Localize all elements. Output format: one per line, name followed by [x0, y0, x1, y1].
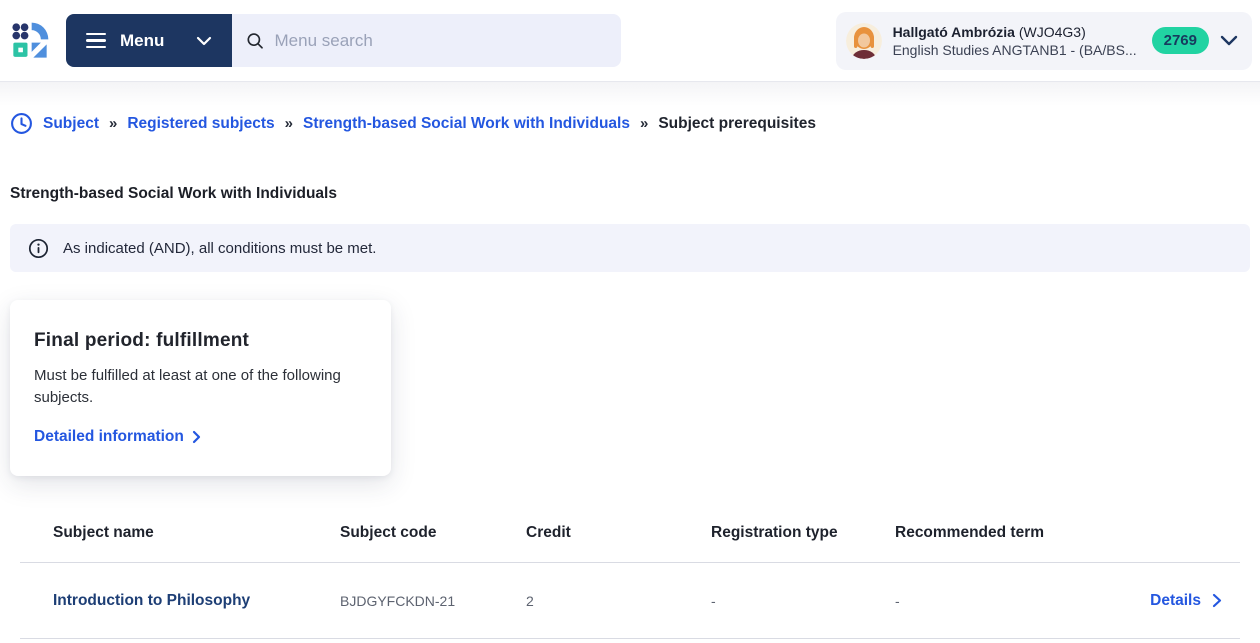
user-info: Hallgató Ambrózia (WJO4G3) English Studi…: [893, 23, 1137, 59]
page-title: Strength-based Social Work with Individu…: [10, 185, 1250, 203]
column-header-registration-type: Registration type: [711, 524, 895, 542]
detailed-information-label: Detailed information: [34, 428, 184, 446]
column-header-recommended-term: Recommended term: [895, 524, 1123, 542]
chevron-down-icon: [1220, 35, 1238, 46]
details-link[interactable]: Details: [1123, 592, 1222, 610]
card-title: Final period: fulfillment: [34, 330, 367, 352]
balance-badge: 2769: [1152, 27, 1209, 54]
info-banner: As indicated (AND), all conditions must …: [10, 224, 1250, 272]
breadcrumb-separator: »: [640, 115, 648, 132]
details-label: Details: [1150, 592, 1201, 610]
subject-name-link[interactable]: Introduction to Philosophy: [53, 592, 340, 610]
breadcrumb-separator: »: [285, 115, 293, 132]
top-header: Menu: [0, 0, 1260, 82]
chevron-right-icon: [192, 430, 201, 444]
header-shadow: [0, 82, 1260, 106]
hamburger-icon: [86, 33, 106, 49]
menu-search-field: [232, 14, 621, 67]
menu-button-label: Menu: [120, 31, 164, 51]
table-header-row: Subject name Subject code Credit Registr…: [20, 503, 1240, 563]
subject-code-cell: BJDGYFCKDN-21: [340, 593, 526, 609]
user-avatar: [846, 23, 882, 59]
prerequisite-subjects-table: Subject name Subject code Credit Registr…: [20, 503, 1240, 639]
user-name: Hallgató Ambrózia: [893, 24, 1015, 40]
breadcrumb: Subject » Registered subjects » Strength…: [0, 112, 1260, 135]
table-row: Introduction to Philosophy BJDGYFCKDN-21…: [20, 563, 1240, 639]
column-header-credit: Credit: [526, 524, 711, 542]
breadcrumb-item-current: Subject prerequisites: [658, 115, 816, 133]
column-header-subject-code: Subject code: [340, 524, 526, 542]
breadcrumb-item-subject[interactable]: Subject: [43, 115, 99, 133]
card-description: Must be fulfilled at least at one of the…: [34, 365, 368, 409]
breadcrumb-separator: »: [109, 115, 117, 132]
prerequisite-card: Final period: fulfillment Must be fulfil…: [10, 300, 391, 476]
breadcrumb-item-registered-subjects[interactable]: Registered subjects: [127, 115, 274, 133]
breadcrumb-item-subject-name[interactable]: Strength-based Social Work with Individu…: [303, 115, 630, 133]
menu-search-input[interactable]: [273, 30, 607, 52]
menu-button[interactable]: Menu: [66, 14, 232, 67]
info-circle-icon: [28, 238, 49, 259]
recommended-term-cell: -: [895, 593, 1123, 609]
search-icon: [246, 31, 265, 51]
app-logo-icon[interactable]: [10, 19, 50, 63]
clock-history-icon[interactable]: [10, 112, 33, 135]
user-program: English Studies ANGTANB1 - (BA/BS...: [893, 41, 1137, 59]
chevron-right-icon: [1212, 593, 1222, 608]
info-banner-text: As indicated (AND), all conditions must …: [63, 240, 376, 257]
registration-type-cell: -: [711, 593, 895, 609]
user-neptun-code: (WJO4G3): [1019, 24, 1086, 40]
column-header-subject-name: Subject name: [53, 524, 340, 542]
user-account-menu[interactable]: Hallgató Ambrózia (WJO4G3) English Studi…: [836, 12, 1252, 70]
menu-search-bar: Menu: [66, 14, 621, 67]
credit-cell: 2: [526, 593, 711, 609]
chevron-down-icon: [196, 36, 212, 46]
detailed-information-link[interactable]: Detailed information: [34, 428, 201, 446]
